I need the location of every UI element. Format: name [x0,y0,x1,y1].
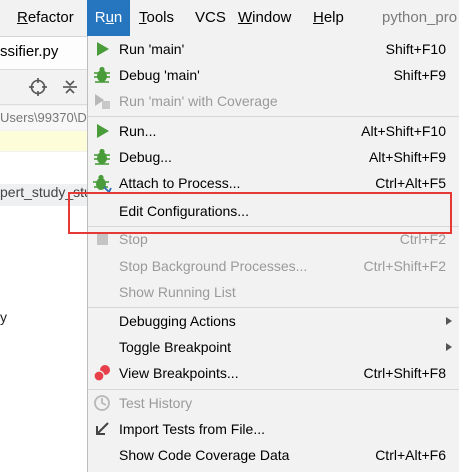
submenu-arrow-icon [446,317,452,325]
menu-item-import-tests-from-file[interactable]: Import Tests from File... [88,416,459,442]
menu-item-stop[interactable]: Stop Ctrl+F2 [88,226,459,252]
menu-item-edit-configurations[interactable]: Edit Configurations... [88,198,459,224]
menu-item-run-main[interactable]: Run 'main' Shift+F10 [88,36,459,62]
menu-help[interactable]: Help [313,0,344,36]
menu-item-test-history[interactable]: Test History [88,390,459,416]
play-icon [97,42,109,56]
bug-icon [94,66,110,83]
menu-tools[interactable]: Tools [139,0,174,36]
menu-item-run[interactable]: Run... Alt+Shift+F10 [88,118,459,144]
breakpoints-icon [93,365,110,382]
clock-icon [94,395,110,411]
menu-item-debug-main[interactable]: Debug 'main' Shift+F9 [88,62,459,88]
menu-item-debug[interactable]: Debug... Alt+Shift+F9 [88,144,459,170]
run-menu: Run 'main' Shift+F10 Debug 'main' Shift+… [87,36,459,472]
menu-item-stop-background-processes[interactable]: Stop Background Processes... Ctrl+Shift+… [88,253,459,279]
file-path: Users\99370\D [0,106,90,130]
play-icon [97,124,109,138]
menu-item-toggle-breakpoint[interactable]: Toggle Breakpoint [88,334,459,360]
menu-item-run-with-coverage[interactable]: Run 'main' with Coverage [88,88,459,114]
menu-item-attach-to-process[interactable]: Attach to Process... Ctrl+Alt+F5 [88,170,459,196]
coverage-icon [95,94,110,109]
attach-bug-icon [93,174,112,193]
menubar: Refactor Run Tools VCS Window Help pytho… [0,0,459,37]
menu-item-debugging-actions[interactable]: Debugging Actions [88,308,459,334]
stop-icon [97,234,108,245]
menu-refactor[interactable]: Refactor [17,0,74,36]
import-arrow-icon [96,422,109,435]
editor-tab[interactable]: ssifier.py [0,43,58,60]
separator [88,116,459,117]
menu-item-show-code-coverage-data[interactable]: Show Code Coverage Data Ctrl+Alt+F6 [88,442,459,468]
highlighted-line [0,131,90,151]
menu-item-view-breakpoints[interactable]: View Breakpoints... Ctrl+Shift+F8 [88,360,459,386]
tree-item[interactable]: pert_study_stu [0,184,90,206]
menu-run[interactable]: Run [87,0,130,36]
menu-vcs[interactable]: VCS [195,0,226,36]
project-title: python_pro [382,9,458,26]
menu-item-show-running-list[interactable]: Show Running List [88,279,459,305]
target-icon[interactable] [28,77,48,97]
menu-window[interactable]: Window [238,0,291,36]
collapse-icon[interactable] [60,77,80,97]
submenu-arrow-icon [446,343,452,351]
bug-icon [94,148,110,165]
tree-item[interactable]: y [0,309,7,325]
